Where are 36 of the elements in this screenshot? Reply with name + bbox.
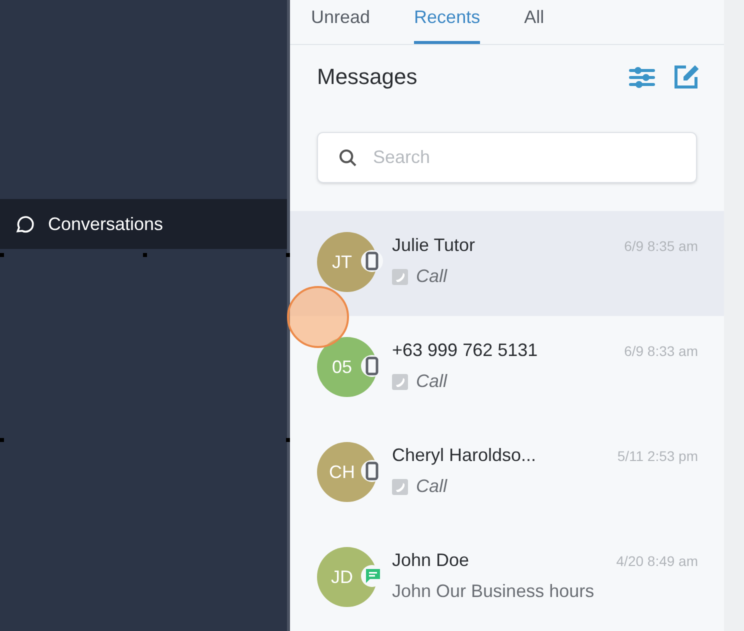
message-preview: Call (416, 265, 448, 288)
phone-call-icon (392, 374, 408, 390)
message-preview: Call (416, 475, 448, 498)
selection-handle[interactable] (0, 253, 4, 257)
conversation-row[interactable]: JT Julie Tutor 6/9 8:35 am Call (290, 211, 724, 316)
message-preview: John Our Business hours (392, 580, 594, 603)
timestamp: 6/9 8:35 am (624, 237, 698, 256)
contact-name: Cheryl Haroldso... (392, 444, 536, 467)
tab[interactable]: All (524, 4, 544, 44)
selection-handle[interactable] (143, 253, 147, 257)
avatar: 05 (317, 337, 377, 397)
tab[interactable]: Recents (414, 4, 480, 44)
contact-name: Julie Tutor (392, 234, 476, 257)
timestamp: 6/9 8:33 am (624, 342, 698, 361)
tab[interactable]: Unread (311, 4, 370, 44)
compose-icon[interactable] (673, 64, 699, 90)
search-field[interactable]: Search (317, 132, 697, 183)
avatar: JT (317, 232, 377, 292)
chat-bubble-icon (14, 213, 36, 235)
phone-call-icon (392, 268, 408, 284)
contact-name: John Doe (392, 549, 470, 572)
timestamp: 5/11 2:53 pm (617, 447, 698, 466)
search-icon (338, 148, 358, 168)
selection-handle[interactable] (286, 253, 290, 257)
avatar: CH (317, 442, 377, 502)
panel-title: Messages (317, 63, 418, 92)
phone-call-icon (392, 478, 408, 494)
mobile-phone-icon (361, 248, 383, 274)
sidebar-item[interactable]: Conversations (0, 199, 287, 249)
contact-name: +63 999 762 5131 (392, 339, 538, 362)
message-preview: Call (416, 370, 448, 393)
filter-sliders-icon[interactable] (629, 66, 655, 88)
selection-handle[interactable] (0, 438, 4, 442)
selection-handle[interactable] (286, 438, 290, 442)
timestamp: 4/20 8:49 am (616, 552, 698, 571)
avatar: JD (317, 547, 377, 607)
